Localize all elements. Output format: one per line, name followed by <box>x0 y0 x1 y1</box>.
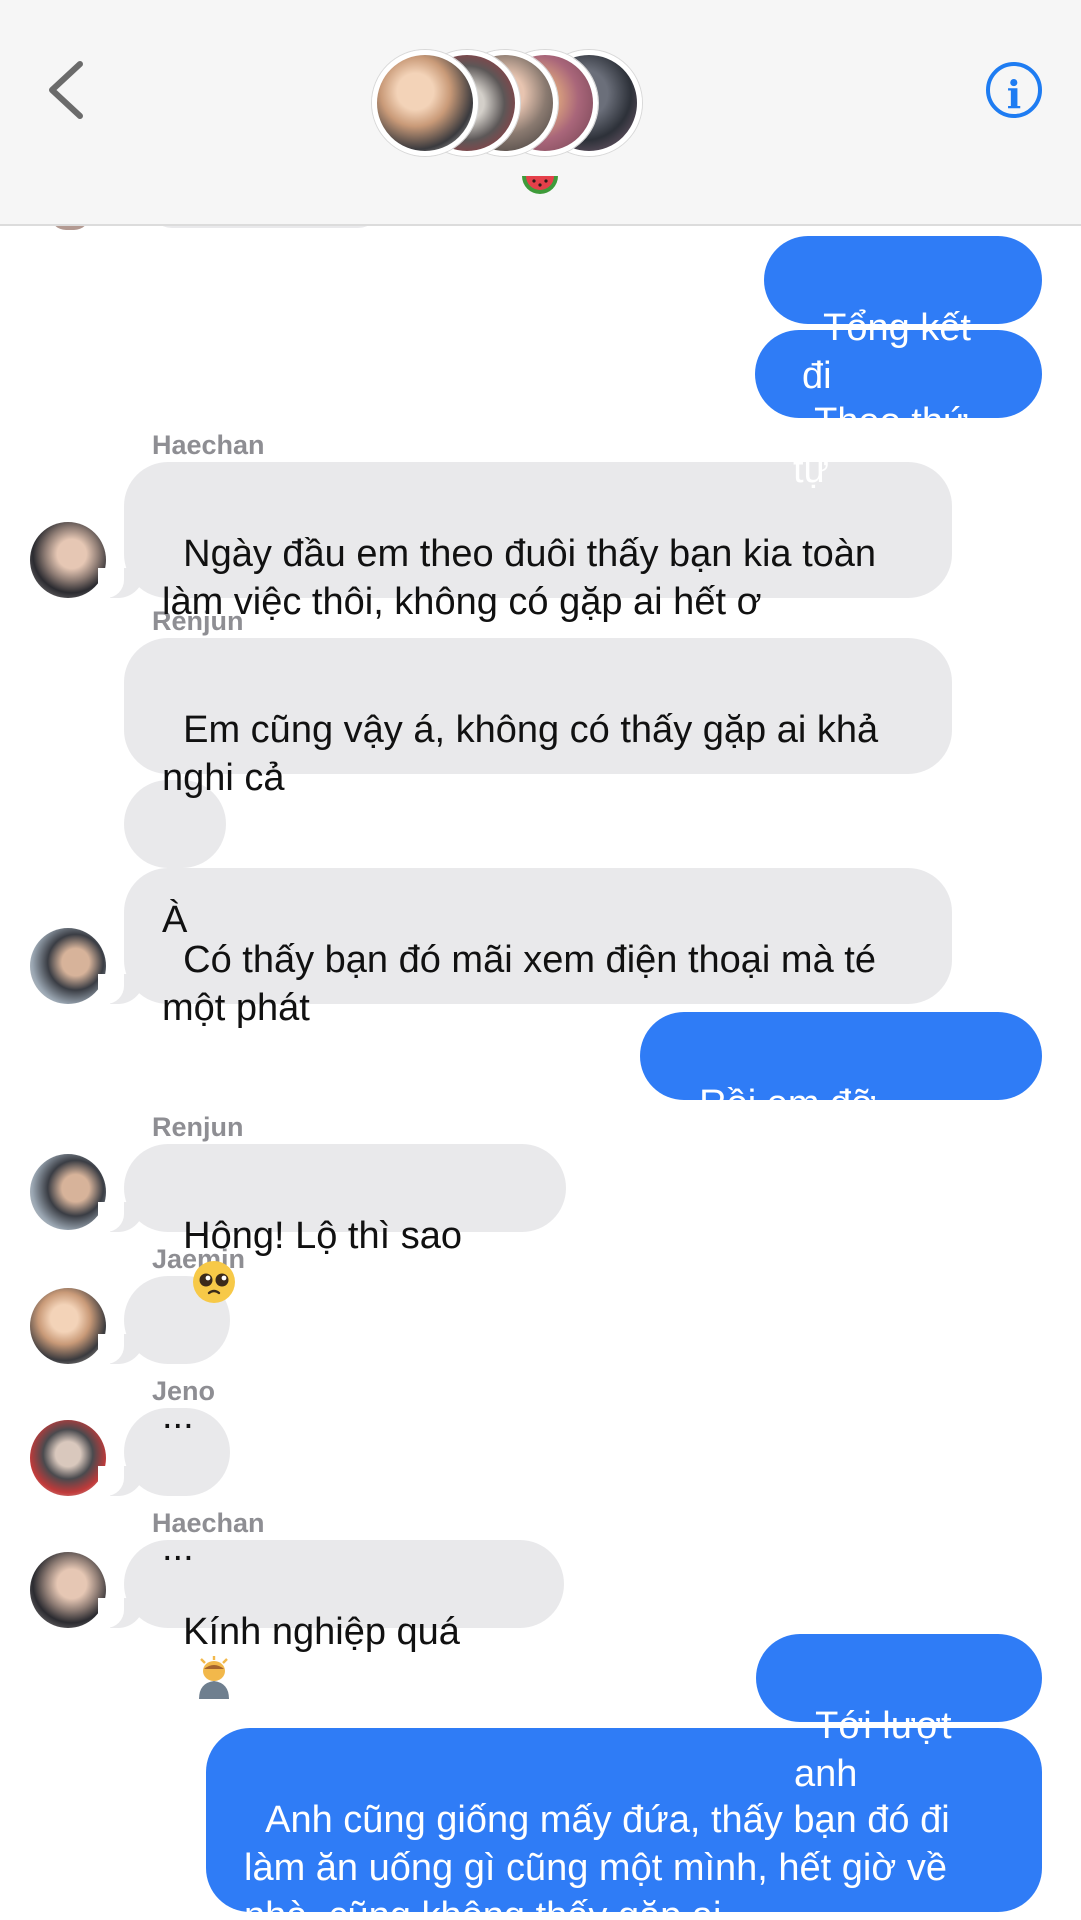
avatar-renjun[interactable] <box>30 1154 106 1230</box>
chevron-left-icon[interactable] <box>40 58 96 122</box>
avatar-jeno[interactable] <box>30 1420 106 1496</box>
message-bubble-incoming[interactable]: Em cũng vậy á, không có thấy gặp ai khả … <box>124 638 952 799</box>
message-bubble-incoming[interactable]: Có thấy bạn đó mãi xem điện thoại mà té … <box>98 868 952 1029</box>
sender-name: Haechan <box>152 430 265 460</box>
message-bubble-outgoing[interactable]: Tổng kết đi <box>764 236 1042 397</box>
bowing-person-icon <box>199 1655 230 1699</box>
info-icon: i <box>1006 72 1022 117</box>
message-bubble-outgoing[interactable]: Rồi em đỡ không? <box>640 1012 1042 1173</box>
message-bubble-outgoing[interactable]: Tới lượt anh <box>756 1634 1042 1795</box>
avatar-renjun[interactable] <box>30 928 106 1004</box>
avatar-haechan[interactable] <box>30 1552 106 1628</box>
message-bubble-outgoing[interactable]: Anh cũng giống mấy đứa, thấy bạn đó đi l… <box>206 1728 1042 1920</box>
group-emoji-watermelon-icon <box>522 176 558 194</box>
pleading-face-icon <box>193 1260 236 1303</box>
group-avatar-stack[interactable] <box>372 50 642 158</box>
avatar-haechan[interactable] <box>30 522 106 598</box>
sender-name: Renjun <box>152 1112 244 1142</box>
conversation-header: i <box>0 0 1081 226</box>
message-bubble-incoming[interactable]: Hông! Lộ thì sao <box>98 1144 566 1303</box>
avatar-jaemin[interactable] <box>30 1288 106 1364</box>
info-button[interactable]: i <box>986 62 1042 118</box>
group-avatar <box>372 50 478 156</box>
